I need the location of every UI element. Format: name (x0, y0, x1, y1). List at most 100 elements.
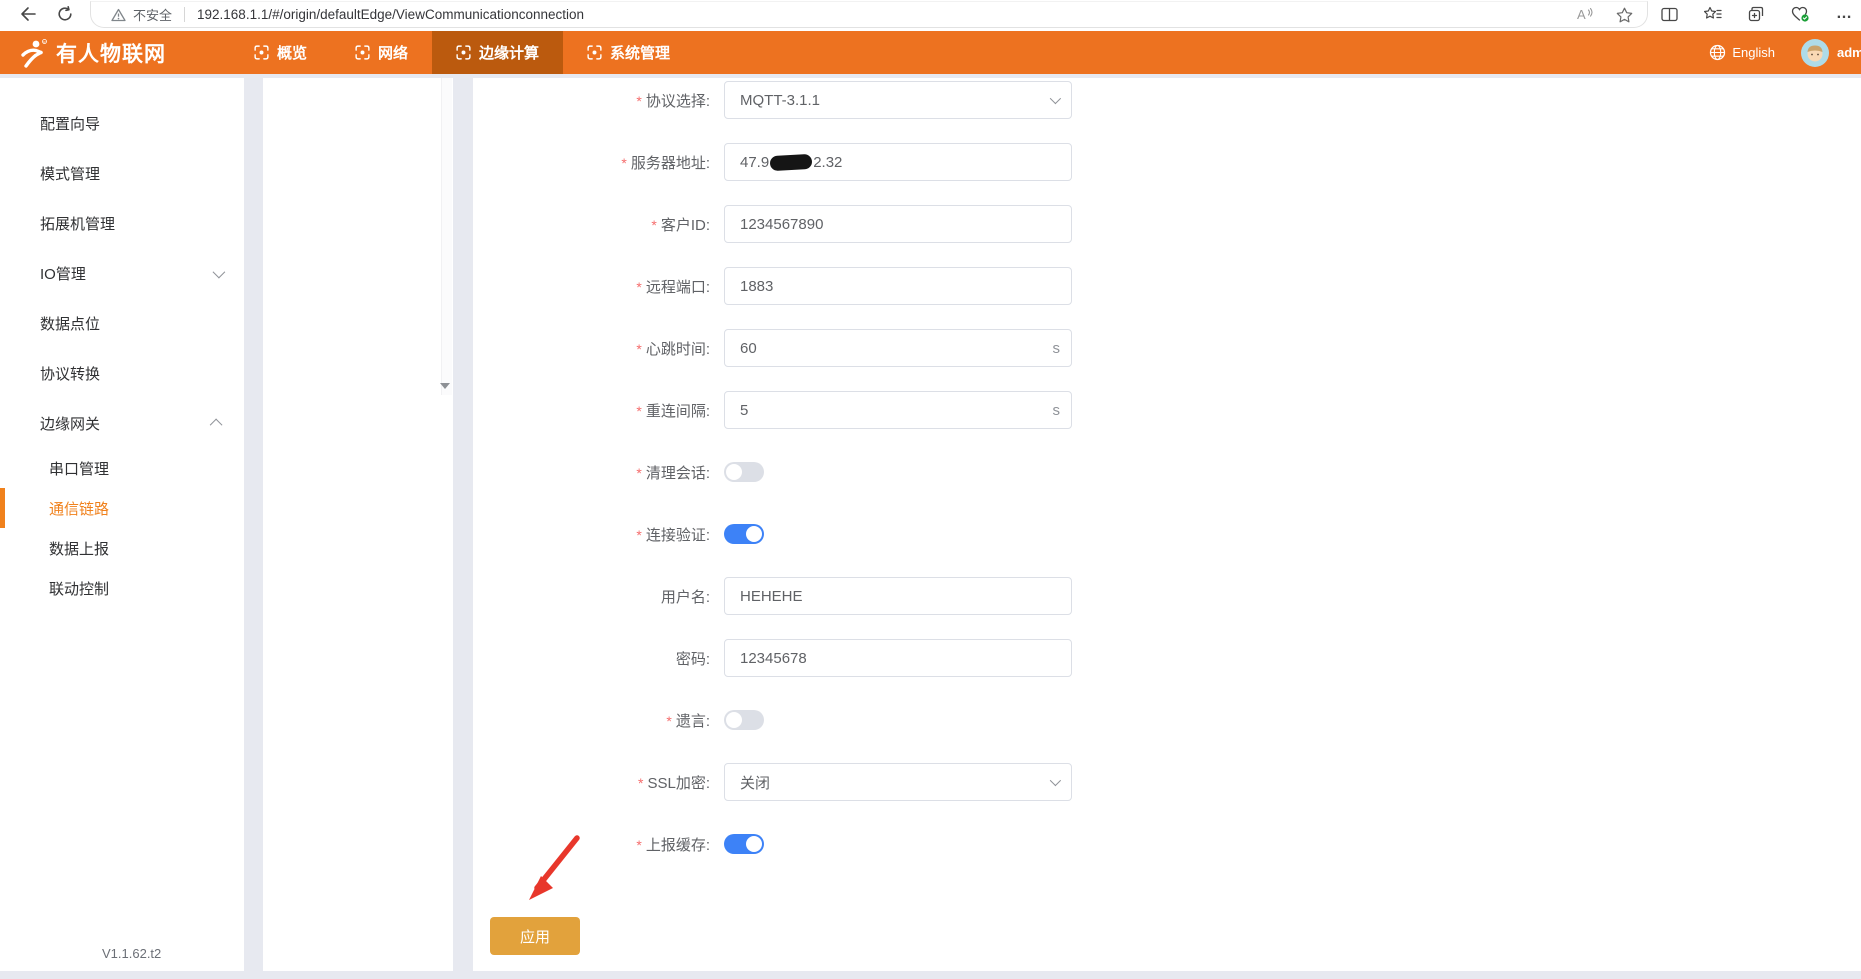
form-row-reconnect-interval: *重连间隔:5s (473, 391, 1861, 429)
username-input[interactable]: HEHEHE (724, 577, 1072, 615)
url-text[interactable]: 192.168.1.1/#/origin/defaultEdge/ViewCom… (197, 7, 1577, 22)
sidebar-item-mode-management[interactable]: 模式管理 (0, 148, 244, 198)
chevron-up-icon (210, 418, 223, 431)
ssl-encryption-dropdown[interactable]: 关闭 (724, 763, 1072, 801)
sidebar-item-label: IO管理 (40, 263, 86, 284)
site-security[interactable]: 不安全 (111, 5, 172, 24)
field-label: *客户ID: (473, 214, 710, 235)
tab-overview[interactable]: 概览 (230, 31, 331, 74)
warning-triangle-icon (111, 8, 126, 22)
scrollbar-down-arrow-icon[interactable] (440, 383, 450, 389)
field-label: 密码: (473, 648, 710, 669)
sidebar-menu: 配置向导模式管理拓展机管理 IO管理数据点位协议转换边缘网关串口管理通信链路数据上… (0, 78, 244, 608)
field-label: 用户名: (473, 586, 710, 607)
clean-session-toggle[interactable] (724, 462, 764, 482)
browser-reload-icon[interactable] (48, 0, 82, 28)
favorites-bar-icon[interactable] (1704, 6, 1722, 22)
report-cache-toggle[interactable] (724, 834, 764, 854)
sidebar-item-expansion-unit-management[interactable]: 拓展机管理 (0, 198, 244, 248)
address-bar[interactable]: 不安全 192.168.1.1/#/origin/defaultEdge/Vie… (90, 1, 1648, 28)
required-asterisk: * (651, 217, 656, 233)
connection-verify-toggle[interactable] (724, 524, 764, 544)
read-aloud-icon[interactable]: A (1577, 7, 1594, 22)
tab-edge-computing[interactable]: 边缘计算 (432, 31, 563, 74)
sidebar-item-config-wizard[interactable]: 配置向导 (0, 98, 244, 148)
field-label: * 连接验证: (473, 524, 710, 545)
server-address-input[interactable]: 47.92.32 (724, 143, 1072, 181)
client-id-input[interactable]: 1234567890 (724, 205, 1072, 243)
sidebar: 配置向导模式管理拓展机管理 IO管理数据点位协议转换边缘网关串口管理通信链路数据上… (0, 78, 244, 971)
remote-port-input[interactable]: 1883 (724, 267, 1072, 305)
unit-suffix: s (1053, 402, 1061, 419)
scan-frame-icon (456, 45, 471, 60)
field-label-text: 连接验证: (646, 527, 710, 544)
more-menu-icon[interactable]: … (1836, 5, 1853, 23)
tab-system-management[interactable]: 系统管理 (563, 31, 694, 74)
usr-logo-icon: R (18, 38, 48, 68)
sidebar-item-protocol-conversion[interactable]: 协议转换 (0, 348, 244, 398)
sidebar-item-data-points[interactable]: 数据点位 (0, 298, 244, 348)
selected-value: MQTT-3.1.1 (740, 92, 820, 109)
brand-name: 有人物联网 (56, 38, 166, 68)
browser-toolbar: 不安全 192.168.1.1/#/origin/defaultEdge/Vie… (0, 0, 1861, 31)
sidebar-item-label: 配置向导 (40, 113, 100, 134)
header-nav: 概览网络边缘计算系统管理 (230, 31, 694, 74)
field-label-text: 密码: (676, 651, 710, 668)
scrollbar-track[interactable] (441, 78, 452, 395)
reconnect-interval-input[interactable]: 5s (724, 391, 1072, 429)
password-input[interactable]: 12345678 (724, 639, 1072, 677)
sidebar-item-data-report[interactable]: 数据上报 (0, 528, 244, 568)
sidebar-item-serial-port-management[interactable]: 串口管理 (0, 448, 244, 488)
brand: R 有人物联网 (0, 38, 166, 68)
browser-back-icon[interactable] (10, 0, 44, 28)
favorite-star-icon[interactable] (1616, 7, 1633, 23)
apply-button[interactable]: 应用 (490, 917, 580, 955)
sidebar-item-communication-link[interactable]: 通信链路 (0, 488, 244, 528)
required-asterisk: * (636, 341, 641, 357)
sidebar-item-edge-gateway[interactable]: 边缘网关 (0, 398, 244, 448)
language-switch[interactable]: English (1709, 44, 1775, 61)
value-after: 2.32 (813, 154, 842, 171)
required-asterisk: * (636, 527, 641, 543)
toggle-knob (746, 526, 762, 542)
field-label: *清理会话: (473, 462, 710, 483)
last-will-toggle[interactable] (724, 710, 764, 730)
scan-frame-icon (355, 45, 370, 60)
required-asterisk: * (636, 93, 641, 109)
required-asterisk: * (636, 837, 641, 853)
chevron-down-icon (213, 265, 226, 278)
input-value: 1883 (740, 278, 773, 295)
sidebar-item-io-management[interactable]: IO管理 (0, 248, 244, 298)
split-screen-icon[interactable] (1661, 7, 1678, 22)
form-row-report-cache: *上报缓存: (473, 825, 1861, 863)
browser-essentials-icon[interactable] (1791, 6, 1810, 23)
sidebar-item-linkage-control[interactable]: 联动控制 (0, 568, 244, 608)
input-value: 5 (740, 402, 748, 419)
sidebar-item-label: 串口管理 (49, 458, 109, 479)
form-row-client-id: *客户ID: 1234567890 (473, 205, 1861, 243)
protocol-select-dropdown[interactable]: MQTT-3.1.1 (724, 81, 1072, 119)
secondary-panel (263, 78, 453, 971)
sidebar-item-label: 数据点位 (40, 313, 100, 334)
field-label-text: 清理会话: (646, 465, 710, 482)
sidebar-item-label: 联动控制 (49, 578, 109, 599)
user-menu[interactable]: admin (1801, 39, 1861, 67)
sidebar-item-label: 拓展机管理 (40, 213, 115, 234)
sidebar-item-label: 边缘网关 (40, 413, 100, 434)
field-label: *远程端口: (473, 276, 710, 297)
tab-network[interactable]: 网络 (331, 31, 432, 74)
communication-link-form: *协议选择:MQTT-3.1.1*服务器地址:47.92.32*客户ID:123… (473, 78, 1861, 955)
required-asterisk: * (638, 775, 643, 791)
heartbeat-time-input[interactable]: 60s (724, 329, 1072, 367)
field-label: *协议选择: (473, 90, 710, 111)
collections-icon[interactable] (1748, 6, 1765, 22)
form-row-last-will: *遗言: (473, 701, 1861, 739)
sidebar-item-label: 通信链路 (49, 498, 109, 519)
avatar (1801, 39, 1829, 67)
redaction-scribble (770, 153, 813, 170)
input-value: 12345678 (740, 650, 807, 667)
form-row-ssl-encryption: *SSL加密:关闭 (473, 763, 1861, 801)
field-label: *重连间隔: (473, 400, 710, 421)
form-row-protocol-select: *协议选择: MQTT-3.1.1 (473, 81, 1861, 119)
sidebar-item-label: 数据上报 (49, 538, 109, 559)
